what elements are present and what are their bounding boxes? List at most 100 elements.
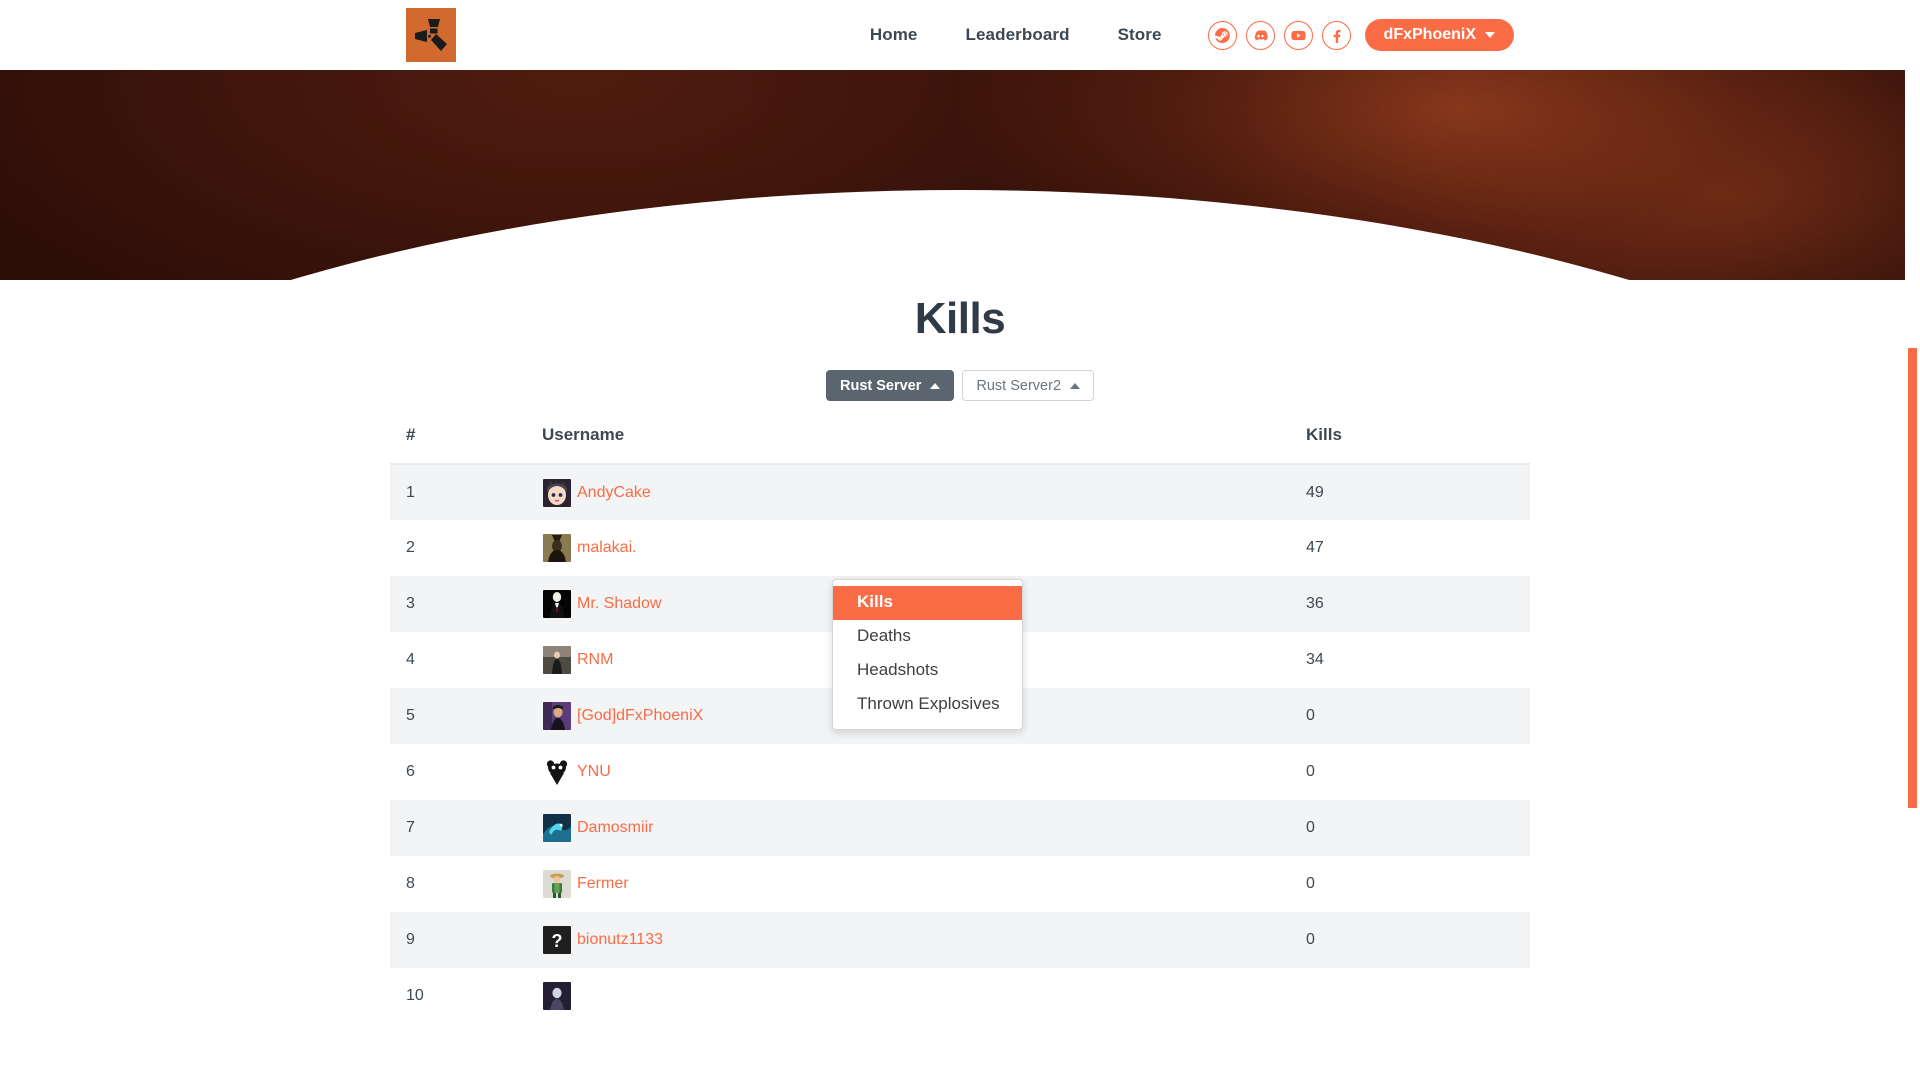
username-link[interactable]: Mr. Shadow [577,595,661,613]
user-cell [543,982,1301,1010]
avatar-question-mark: ? [543,926,571,954]
username-link[interactable]: Damosmiir [577,819,653,837]
page-title: Kills [914,294,1006,343]
server-button-group: Rust Server Rust Server2 [825,370,1095,401]
cell-rank: 7 [406,819,415,836]
caret-down-icon [1485,32,1495,38]
server-button-label: Rust Server2 [976,377,1062,394]
cell-rank: 3 [406,595,415,612]
user-menu-label: dFxPhoeniX [1383,26,1476,43]
table-row: 7 Damosmiir 0 [390,800,1530,856]
page-scrollbar[interactable] [1905,0,1920,1080]
svg-text:?: ? [552,931,563,951]
cell-rank: 4 [406,651,415,668]
cell-value: 0 [1306,931,1315,948]
page-content: Kills Rust Server Rust Server2 Kills Dea… [0,280,1920,1024]
facebook-icon[interactable] [1321,20,1351,50]
user-cell: malakai. [543,534,1301,562]
rust-logo-icon [406,8,456,62]
table-body: 1 AndyCake 49 2 malakai. 47 3 Mr. Shadow 36 4 RNM 3… [390,464,1530,1024]
username-link[interactable]: RNM [577,651,613,669]
stat-option-headshots[interactable]: Headshots [833,654,1022,688]
table-row: 9? bionutz1133 0 [390,912,1530,968]
navbar-right: Home Leaderboard Store dFxPhoeniX [846,0,1514,70]
scroll-indicator-dot [958,223,962,232]
avatar-slenderman [543,590,571,618]
nav-link-home[interactable]: Home [846,25,942,45]
table-row: 2 malakai. 47 [390,520,1530,576]
nav-link-store[interactable]: Store [1094,25,1186,45]
user-menu-button[interactable]: dFxPhoeniX [1364,19,1514,51]
cell-value [1302,968,1530,1024]
cell-rank: 10 [406,987,424,1004]
scroll-down-indicator[interactable] [947,212,973,253]
server-button-rust-server[interactable]: Rust Server [825,370,955,401]
table-head: # Username Kills [390,425,1530,465]
user-cell: Fermer [543,870,1301,898]
username-link[interactable]: [God]dFxPhoeniX [577,707,703,725]
cell-value: 0 [1306,875,1315,892]
avatar-street-photo [543,646,571,674]
cell-value: 0 [1306,819,1315,836]
cell-value: 0 [1306,707,1315,724]
stat-option-thrown-explosives[interactable]: Thrown Explosives [833,688,1022,722]
server-filter-bar: Rust Server Rust Server2 [0,370,1920,401]
cell-rank: 9 [406,931,415,948]
user-cell: ? bionutz1133 [543,926,1301,954]
navbar: Home Leaderboard Store dFxPhoeniX [0,0,1920,70]
user-cell: AndyCake [543,478,1301,507]
cell-value: 49 [1306,483,1324,501]
column-header-rank: # [390,425,542,465]
server-button-label: Rust Server [839,377,922,394]
cell-rank: 2 [406,539,415,556]
username-link[interactable]: malakai. [577,539,637,557]
table-row: 1 AndyCake 49 [390,464,1530,520]
user-cell: YNU [543,758,1301,786]
youtube-icon[interactable] [1283,20,1313,50]
avatar-farmer-cartoon [543,870,571,898]
cell-username: YNU [542,744,1302,800]
avatar-portrait-purple [543,702,571,730]
avatar-panda-logo [543,758,571,786]
username-link[interactable]: AndyCake [577,484,651,502]
username-link[interactable]: YNU [577,763,611,781]
stat-dropdown-menu[interactable]: Kills Deaths Headshots Thrown Explosives [832,579,1023,730]
social-links [1207,20,1351,50]
nav-link-leaderboard[interactable]: Leaderboard [942,25,1094,45]
user-cell: Damosmiir [543,814,1301,842]
caret-up-icon [1070,382,1081,389]
cell-username: Damosmiir [542,800,1302,856]
cell-rank: 8 [406,875,415,892]
table-row: 6 YNU 0 [390,744,1530,800]
table-row: 8 Fermer 0 [390,856,1530,912]
avatar-dark-figure [543,534,571,562]
column-header-username: Username [542,425,1302,465]
steam-icon[interactable] [1207,20,1237,50]
cell-username: Fermer [542,856,1302,912]
username-link[interactable]: bionutz1133 [577,931,663,949]
cell-rank: 5 [406,707,415,724]
stat-option-deaths[interactable]: Deaths [833,620,1022,654]
column-header-kills: Kills [1302,425,1530,465]
table-header-row: # Username Kills [390,425,1530,465]
hero-banner [0,70,1920,280]
cell-username [542,968,1302,1024]
username-link[interactable]: Fermer [577,875,629,893]
discord-icon[interactable] [1245,20,1275,50]
cell-value: 34 [1306,651,1324,668]
cell-value: 36 [1306,595,1324,612]
scrollbar-thumb[interactable] [1908,348,1917,808]
avatar-blue-dragon [543,814,571,842]
cell-value: 0 [1306,763,1315,780]
avatar-unknown [543,982,571,1010]
cell-rank: 6 [406,763,415,780]
cell-username: malakai. [542,520,1302,576]
site-logo[interactable] [406,8,456,62]
caret-up-icon [930,382,941,389]
stat-option-kills[interactable]: Kills [833,586,1022,620]
table-row: 10 [390,968,1530,1024]
cell-username: ? bionutz1133 [542,912,1302,968]
cell-username: AndyCake [542,464,1302,520]
server-button-rust-server2[interactable]: Rust Server2 [962,370,1095,401]
cell-rank: 1 [406,483,415,501]
